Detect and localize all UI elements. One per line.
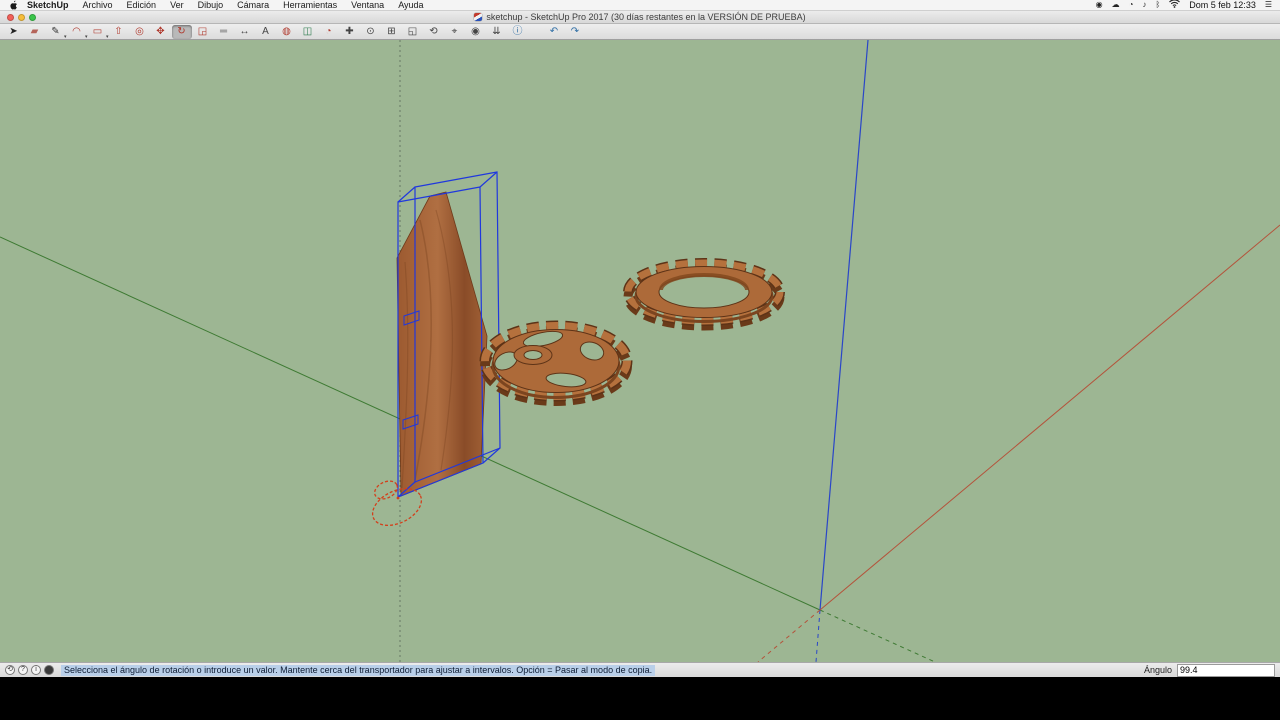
dimension-icon: ↔ [235,25,255,38]
tool-scale-button[interactable]: ◲ [193,25,213,39]
bluetooth-icon[interactable]: ᛒ [1155,0,1160,10]
title-wrap: sketchup - SketchUp Pro 2017 (30 días re… [0,11,1280,23]
redo-icon: ↷ [565,25,585,38]
notification-center-icon[interactable]: ☰ [1265,0,1272,10]
zoom-icon: ⊙ [361,25,381,38]
menu-dibujo[interactable]: Dibujo [191,0,231,10]
tool-pan-button[interactable]: ✚ [340,25,360,39]
tool-dimension-button[interactable]: ↔ [235,25,255,39]
angle-label: Ángulo [1144,665,1172,675]
walk-icon: ⇊ [487,25,507,38]
tool-zoom-extents-button[interactable]: ◱ [403,25,423,39]
zoom-window-icon: ⊞ [382,25,402,38]
pan-icon: ✚ [340,25,360,38]
scale-icon: ◲ [193,25,213,38]
tool-pushpull-button[interactable]: ⇧ [109,25,129,39]
gear-hub-hole [524,351,542,360]
time-machine-icon[interactable]: ◔ [1129,0,1134,10]
menu-edicion[interactable]: Edición [120,0,164,10]
tool-tape-button[interactable]: ═ [214,25,234,39]
status-message: Selecciona el ángulo de rotación o intro… [61,665,655,676]
undo-icon: ↶ [544,25,564,38]
minimize-button[interactable] [18,14,25,21]
menu-ayuda[interactable]: Ayuda [391,0,430,10]
help-icon[interactable]: ? [18,665,28,675]
rotate-icon: ↻ [172,25,192,38]
tool-select-button[interactable]: ➤ [4,25,24,39]
apple-menu[interactable] [6,0,20,10]
tool-position-camera-button[interactable]: ⌖ [445,25,465,39]
volume-icon[interactable]: ♪ [1142,0,1146,10]
menu-ventana[interactable]: Ventana [344,0,391,10]
text-icon: A [256,25,276,38]
look-around-icon: ◉ [466,25,486,38]
status-bar: ⟲ ? i ● Selecciona el ángulo de rotación… [0,662,1280,677]
traffic-lights [7,14,36,21]
wifi-icon[interactable] [1169,0,1180,11]
redo-button[interactable]: ↷ [565,25,585,39]
tool-orbit-button[interactable]: ◔ [319,25,339,39]
macos-menu-bar: SketchUp Archivo Edición Ver Dibujo Cáma… [0,0,1280,11]
tool-line-button[interactable]: ✎▾ [46,25,66,39]
tool-arc-button[interactable]: ◠▾ [67,25,87,39]
rectangle-icon: ▭ [88,25,108,38]
zoom-button[interactable] [29,14,36,21]
tool-walk-button[interactable]: ⇊ [487,25,507,39]
tool-eraser-button[interactable]: ▰ [25,25,45,39]
pencil-icon: ✎ [46,25,66,38]
geolocation-icon[interactable]: ⟲ [5,665,15,675]
window-title: sketchup - SketchUp Pro 2017 (30 días re… [486,12,805,22]
tool-zoom-window-button[interactable]: ⊞ [382,25,402,39]
menu-herramientas[interactable]: Herramientas [276,0,344,10]
model-info-icon: ⓘ [508,25,528,38]
position-camera-icon: ⌖ [445,25,465,38]
zoom-extents-icon: ◱ [403,25,423,38]
tape-measure-icon: ═ [214,25,234,38]
tool-rotate-button[interactable]: ↻ [172,25,192,39]
undo-button[interactable]: ↶ [544,25,564,39]
tool-paint-button[interactable]: ◍ [277,25,297,39]
tool-look-around-button[interactable]: ◉ [466,25,486,39]
offset-icon: ◎ [130,25,150,38]
apple-icon [9,0,18,10]
menu-clock[interactable]: Dom 5 feb 12:33 [1189,0,1256,10]
orbit-icon: ◔ [319,25,339,38]
tool-offset-button[interactable]: ◎ [130,25,150,39]
menu-app-name[interactable]: SketchUp [20,0,76,10]
menu-ver[interactable]: Ver [163,0,191,10]
tool-text-button[interactable]: A [256,25,276,39]
paint-bucket-icon: ◍ [277,25,297,38]
menu-camara[interactable]: Cámara [230,0,276,10]
tool-shapes-button[interactable]: ▭▾ [88,25,108,39]
claim-credit-icon[interactable]: ● [44,665,54,675]
app-status-icon[interactable]: ◉ [1096,0,1103,10]
arc-icon: ◠ [67,25,87,38]
letterbox [0,677,1280,720]
canvas-background[interactable] [0,40,1280,662]
tool-zoom-button[interactable]: ⊙ [361,25,381,39]
toolbar: ➤ ▰ ✎▾ ◠▾ ▭▾ ⇧ ◎ ✥ ↻ ◲ ═ ↔ A ◍ ◫ ◔ ✚ ⊙ ⊞… [0,24,1280,40]
tool-section-button[interactable]: ◫ [298,25,318,39]
menu-archivo[interactable]: Archivo [76,0,120,10]
select-icon: ➤ [4,25,24,38]
measurement-area: Ángulo [1144,664,1275,677]
drawing-canvas[interactable] [0,40,1280,662]
sketchup-doc-icon [474,13,482,21]
move-icon: ✥ [151,25,171,38]
tool-previous-view-button[interactable]: ⟲ [424,25,444,39]
instructor-icon[interactable]: i [31,665,41,675]
protractor-center-point [397,497,400,500]
tool-model-info-button[interactable]: ⓘ [508,25,528,39]
screen: SketchUp Archivo Edición Ver Dibujo Cáma… [0,0,1280,720]
eraser-icon: ▰ [25,25,45,38]
previous-view-icon: ⟲ [424,25,444,38]
icloud-icon[interactable]: ☁ [1112,0,1120,10]
section-plane-icon: ◫ [298,25,318,38]
pushpull-icon: ⇧ [109,25,129,38]
close-button[interactable] [7,14,14,21]
window-title-bar[interactable]: sketchup - SketchUp Pro 2017 (30 días re… [0,11,1280,24]
menu-status-area: ◉ ☁ ◔ ♪ ᛒ Dom 5 feb 12:33 ☰ [1096,0,1280,11]
tool-move-button[interactable]: ✥ [151,25,171,39]
angle-input[interactable] [1177,664,1275,677]
